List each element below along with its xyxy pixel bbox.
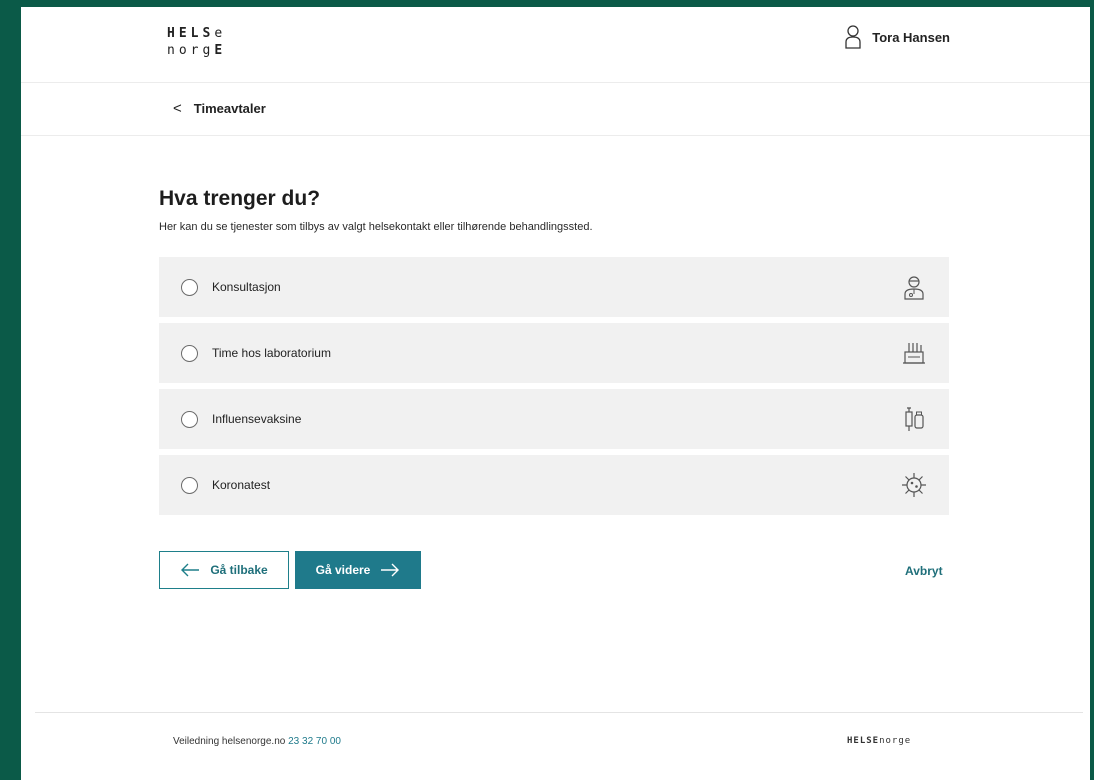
breadcrumb-label: Timeavtaler: [193, 101, 266, 116]
option-label: Konsultasjon: [212, 280, 281, 294]
footer-help-text: Veiledning helsenorge.no: [173, 736, 286, 747]
back-button[interactable]: Gå tilbake: [159, 551, 289, 589]
radio-button[interactable]: [181, 410, 198, 428]
option-label: Time hos laboratorium: [212, 346, 331, 360]
page-title: Hva trenger du?: [159, 187, 321, 210]
option-influensevaksine[interactable]: Influensevaksine: [159, 389, 949, 449]
breadcrumb-back-link[interactable]: < Timeavtaler: [173, 101, 266, 116]
helsenorge-logo[interactable]: HELSe norgE: [167, 25, 226, 59]
person-icon: [845, 25, 861, 49]
virus-icon: [902, 473, 926, 497]
radio-button[interactable]: [181, 278, 198, 296]
option-label: Koronatest: [212, 478, 271, 492]
breadcrumb: < Timeavtaler: [21, 83, 1090, 136]
option-label: Influensevaksine: [212, 412, 302, 426]
footer-divider: [35, 712, 1083, 713]
page: HELSe norgE Tora Hansen < Timeavtaler Hv…: [21, 7, 1090, 780]
logo-text: HELSE: [847, 736, 880, 746]
footer-help: Veiledning helsenorge.no 23 32 70 00: [173, 736, 341, 747]
footer-logo: HELSEnorge: [847, 736, 911, 746]
footer-phone-link[interactable]: 23 32 70 00: [288, 736, 341, 747]
back-button-label: Gå tilbake: [210, 563, 268, 577]
logo-text: e: [214, 26, 227, 41]
option-koronatest[interactable]: Koronatest: [159, 455, 949, 515]
user-name: Tora Hansen: [872, 29, 950, 45]
cancel-link[interactable]: Avbryt: [905, 564, 943, 578]
logo-text: norge: [879, 736, 912, 746]
service-options: Konsultasjon Time hos laboratorium Influ…: [159, 257, 949, 521]
radio-button[interactable]: [181, 344, 198, 362]
option-konsultasjon[interactable]: Konsultasjon: [159, 257, 949, 317]
arrow-right-icon: [381, 563, 400, 577]
user-menu[interactable]: Tora Hansen: [844, 25, 950, 49]
header: HELSe norgE Tora Hansen: [21, 7, 1090, 83]
doctor-icon: [904, 276, 924, 300]
page-subtitle: Her kan du se tjenester som tilbys av va…: [159, 221, 593, 233]
logo-text: norg: [167, 43, 215, 58]
next-button[interactable]: Gå videre: [295, 551, 421, 589]
radio-button[interactable]: [181, 476, 198, 494]
option-laboratorium[interactable]: Time hos laboratorium: [159, 323, 949, 383]
chevron-left-icon: <: [173, 100, 182, 117]
vaccine-icon: [905, 407, 924, 431]
logo-text: E: [214, 43, 227, 58]
logo-text: HELS: [167, 26, 215, 41]
laboratory-icon: [903, 343, 925, 364]
arrow-left-icon: [181, 563, 200, 577]
next-button-label: Gå videre: [315, 563, 371, 577]
